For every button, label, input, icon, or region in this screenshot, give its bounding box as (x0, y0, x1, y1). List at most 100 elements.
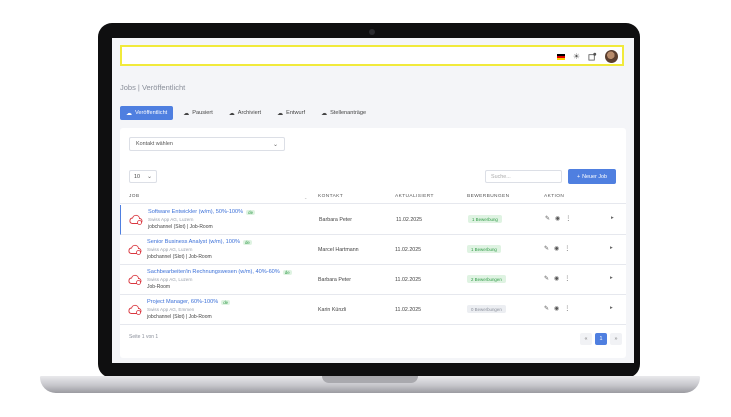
table-row[interactable]: Software Entwickler (w/m), 50%-100% de Sw… (120, 205, 626, 235)
tab-job-requests[interactable]: ☁ Stellenanträge (315, 106, 372, 120)
eye-icon[interactable]: ◉ (554, 305, 559, 312)
edit-icon[interactable]: ✎ (544, 245, 549, 252)
expand-row-icon[interactable]: ▸ (610, 245, 613, 251)
language-badge: de (242, 239, 252, 245)
eye-icon[interactable]: ◉ (555, 215, 560, 222)
job-channel: jobchannel (Slot) | Job-Room (148, 224, 213, 230)
table-row[interactable]: Sachbearbeiter/in Rechnungswesen (w/m), … (120, 265, 626, 295)
job-company: Swiss App AG, Luzern (147, 247, 193, 252)
tab-published[interactable]: ☁ Veröffentlicht (120, 106, 174, 120)
chevron-down-icon: ⌄ (272, 141, 278, 148)
edit-icon[interactable]: ✎ (544, 275, 549, 282)
row-actions: ✎ ◉ ⋮ (544, 275, 570, 282)
more-icon[interactable]: ⋮ (565, 215, 571, 222)
per-page-value: 10 (134, 173, 140, 180)
top-bar: ☀ (120, 45, 624, 66)
jobs-card: Kontakt wählen ⌄ 10 ⌄ Suche... + Neuer J… (120, 128, 626, 358)
job-contact: Barbara Peter (318, 277, 351, 283)
applications-badge[interactable]: 1 Bewerbung (468, 215, 502, 223)
column-header-applications[interactable]: BEWERBUNGEN (467, 194, 510, 199)
expand-row-icon[interactable]: ▸ (610, 275, 613, 281)
cloud-alert-icon (128, 244, 142, 255)
job-channel: jobchannel (Slot) | Job-Room (147, 254, 212, 260)
search-input[interactable]: Suche... (485, 170, 562, 183)
row-actions: ✎ ◉ ⋮ (544, 305, 570, 312)
more-icon[interactable]: ⋮ (564, 305, 570, 312)
tab-draft[interactable]: ☁ Entwurf (271, 106, 311, 120)
camera-icon (369, 29, 375, 35)
expand-row-icon[interactable]: ▸ (610, 305, 613, 311)
notification-icon[interactable] (588, 52, 597, 61)
laptop-notch (322, 376, 418, 383)
table-row[interactable]: Project Manager, 60%-100% de Swiss App AG… (120, 295, 626, 325)
cloud-alert-icon (128, 304, 142, 315)
job-contact: Marcel Hartmann (318, 247, 359, 253)
eye-icon[interactable]: ◉ (554, 245, 559, 252)
per-page-select[interactable]: 10 ⌄ (129, 170, 157, 183)
edit-icon[interactable]: ✎ (545, 215, 550, 222)
job-channel: jobchannel (Slot) | Job-Room (147, 314, 212, 320)
job-title-link[interactable]: Project Manager, 60%-100% de (147, 299, 231, 305)
eye-icon[interactable]: ◉ (554, 275, 559, 282)
more-icon[interactable]: ⋮ (564, 245, 570, 252)
cloud-icon: ☁ (183, 110, 190, 117)
applications-badge[interactable]: 0 Bewerbungen (467, 305, 506, 313)
job-updated: 11.02.2025 (395, 307, 422, 313)
next-page-button[interactable]: » (610, 333, 622, 345)
pagination-summary: Seite 1 von 1 (129, 334, 159, 340)
cloud-alert-icon (128, 274, 142, 285)
laptop-mockup: ☀ Jobs | Veröffentlicht ☁ Veröffentlicht … (0, 0, 731, 417)
job-title-link[interactable]: Senior Business Analyst (w/m), 100% de (147, 239, 252, 245)
job-company: Swiss App AG, Emmen (147, 307, 195, 312)
column-header-action: AKTION (544, 194, 565, 199)
job-updated: 11.02.2025 (396, 217, 423, 223)
top-bar-icons: ☀ (556, 48, 618, 65)
job-title: Senior Business Analyst (w/m), 100% (147, 239, 240, 245)
contact-select-value: Kontakt wählen (136, 141, 173, 147)
tab-archived[interactable]: ☁ Archiviert (223, 106, 267, 120)
language-badge: de (221, 299, 231, 305)
applications-badge[interactable]: 2 Bewerbungen (467, 275, 506, 283)
edit-icon[interactable]: ✎ (544, 305, 549, 312)
prev-page-button[interactable]: « (580, 333, 592, 345)
tab-label: Entwurf (286, 110, 306, 116)
job-channel: Job-Room (147, 284, 171, 290)
job-contact: Karin Künzli (318, 307, 347, 313)
page-title-prefix: Jobs | (120, 83, 142, 92)
flag-stripe (556, 57, 565, 60)
table-row[interactable]: Senior Business Analyst (w/m), 100% de Sw… (120, 235, 626, 265)
cloud-icon: ☁ (321, 110, 328, 117)
sort-icon[interactable]: ⌄ (304, 195, 308, 200)
column-header-contact[interactable]: KONTAKT (318, 194, 343, 199)
job-company: Swiss App AG, Luzern (147, 277, 193, 282)
cloud-icon: ☁ (277, 110, 284, 117)
table-header: JOB ⌄ KONTAKT AKTUALISIERT BEWERBUNGEN A… (120, 190, 626, 204)
applications-badge[interactable]: 1 Bewerbung (467, 245, 501, 253)
job-contact: Barbara Peter (319, 217, 352, 223)
cloud-off-icon: ☁ (228, 110, 235, 117)
row-actions: ✎ ◉ ⋮ (544, 245, 570, 252)
job-updated: 11.02.2025 (395, 277, 422, 283)
contact-select[interactable]: Kontakt wählen ⌄ (129, 137, 285, 151)
tab-paused[interactable]: ☁ Pausiert (177, 106, 219, 120)
column-header-updated[interactable]: AKTUALISIERT (395, 194, 434, 199)
job-title: Software Entwickler (w/m), 50%-100% (148, 209, 244, 215)
avatar[interactable] (605, 50, 618, 63)
page-button-current[interactable]: 1 (595, 333, 607, 345)
more-icon[interactable]: ⋮ (564, 275, 570, 282)
job-title-link[interactable]: Software Entwickler (w/m), 50%-100% de (148, 209, 256, 215)
job-title-link[interactable]: Sachbearbeiter/in Rechnungswesen (w/m), … (147, 269, 292, 275)
job-title: Sachbearbeiter/in Rechnungswesen (w/m), … (147, 269, 280, 275)
sun-icon[interactable]: ☀ (573, 52, 580, 61)
page-title-main: Veröffentlicht (141, 83, 186, 92)
flag-de-icon[interactable] (556, 53, 565, 60)
column-header-job[interactable]: JOB (129, 194, 140, 199)
pagination: « 1 » (580, 333, 622, 345)
expand-row-icon[interactable]: ▸ (611, 215, 614, 221)
cloud-icon: ☁ (126, 110, 132, 117)
job-updated: 11.02.2025 (395, 247, 422, 253)
language-badge: de (246, 209, 256, 215)
tab-label: Veröffentlicht (135, 110, 168, 116)
app-screen: ☀ Jobs | Veröffentlicht ☁ Veröffentlicht … (112, 38, 634, 363)
new-job-button[interactable]: + Neuer Job (568, 169, 616, 184)
